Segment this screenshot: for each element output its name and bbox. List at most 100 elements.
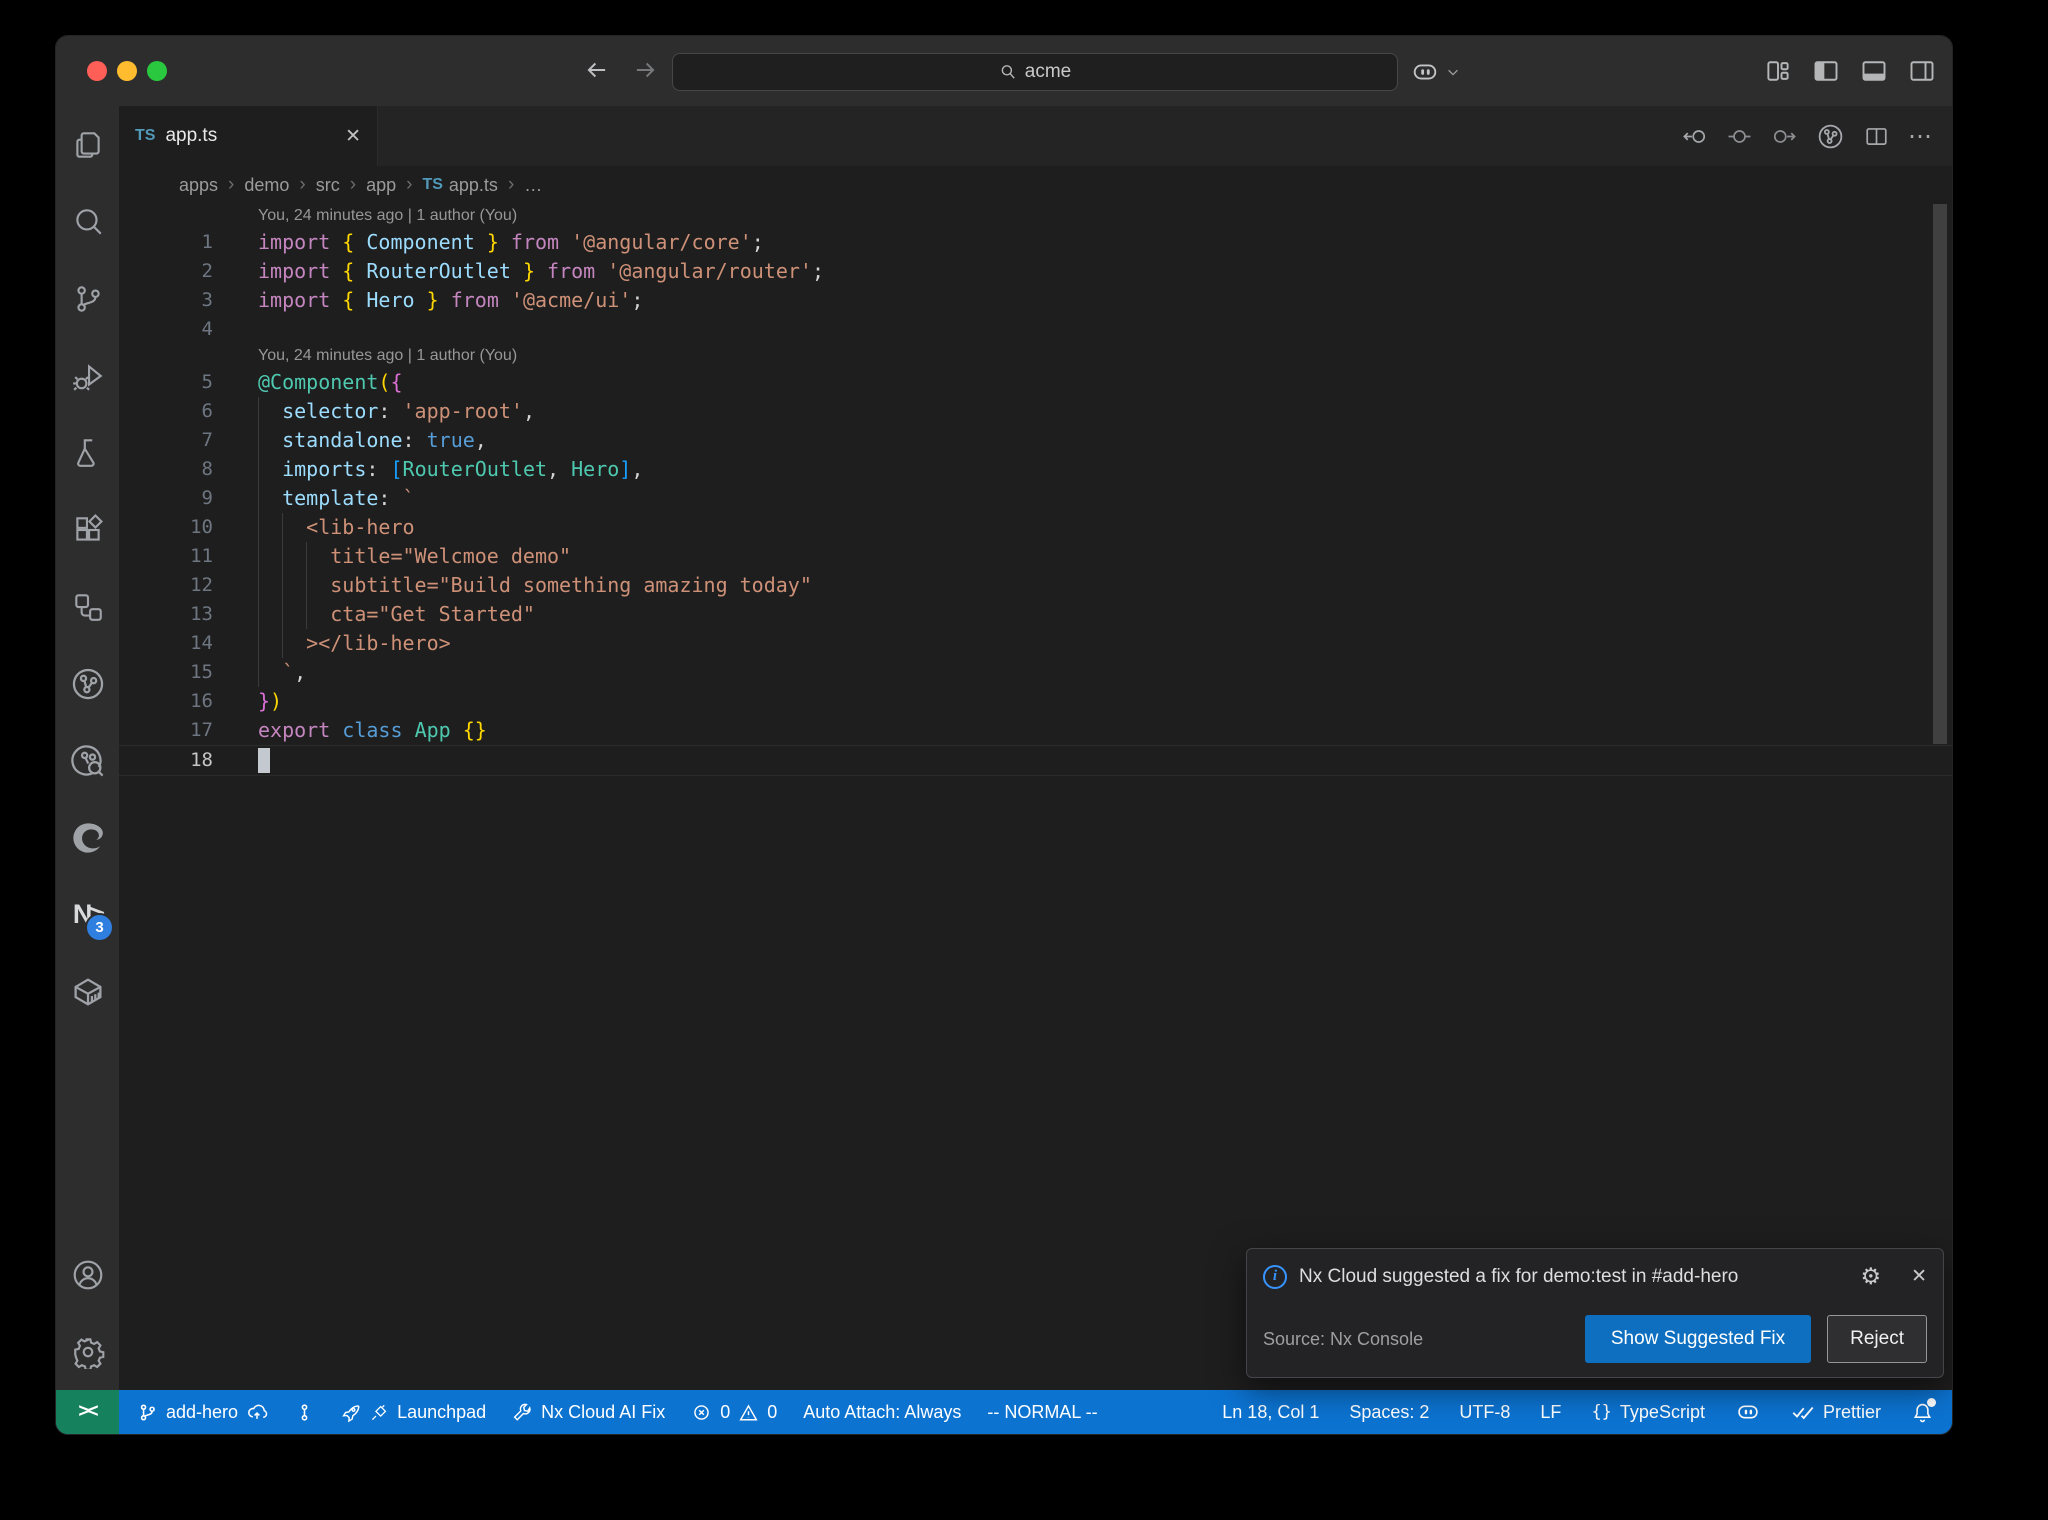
- language-mode-status[interactable]: {} TypeScript: [1591, 1402, 1705, 1423]
- testing-icon[interactable]: [56, 414, 119, 491]
- formatter-status[interactable]: Prettier: [1791, 1400, 1881, 1424]
- tab-close-icon[interactable]: ✕: [345, 125, 361, 148]
- code-line-3[interactable]: 3 import { Hero } from '@acme/ui';: [119, 286, 1952, 315]
- code-line-6[interactable]: 6 selector: 'app-root',: [119, 397, 1952, 426]
- vim-mode-status[interactable]: -- NORMAL --: [987, 1402, 1097, 1423]
- code-line-4[interactable]: 4: [119, 315, 1952, 344]
- notifications-bell-icon[interactable]: [1911, 1397, 1936, 1424]
- project-hierarchy-icon[interactable]: [56, 568, 119, 645]
- package-icon[interactable]: [56, 953, 119, 1030]
- code-line-9[interactable]: 9 template: `: [119, 484, 1952, 513]
- notification-message: Nx Cloud suggested a fix for demo:test i…: [1299, 1265, 1739, 1287]
- code-line-8[interactable]: 8 imports: [RouterOutlet, Hero],: [119, 455, 1952, 484]
- command-center-search[interactable]: acme: [672, 53, 1398, 91]
- forward-icon[interactable]: [632, 57, 658, 83]
- open-commit-graph-icon[interactable]: [1816, 122, 1845, 151]
- problems-status[interactable]: 0 0: [691, 1402, 777, 1423]
- minimize-window-button[interactable]: [117, 61, 137, 81]
- editor-scrollbar[interactable]: [1933, 204, 1947, 744]
- line-number: 13: [190, 603, 213, 625]
- code-line-17[interactable]: 17 export class App {}: [119, 716, 1952, 745]
- reject-button[interactable]: Reject: [1827, 1315, 1927, 1363]
- open-next-change-icon[interactable]: [1771, 123, 1798, 150]
- code-line-16[interactable]: 16}): [119, 687, 1952, 716]
- gitlens-inspect-icon[interactable]: [56, 722, 119, 799]
- toggle-primary-sidebar-icon[interactable]: [1812, 57, 1840, 85]
- code-line-11[interactable]: 11 title="Welcmoe demo": [119, 542, 1952, 571]
- tab-app-ts[interactable]: TS app.ts ✕: [119, 106, 378, 166]
- launchpad-label: Launchpad: [397, 1401, 487, 1422]
- settings-gear-icon[interactable]: [56, 1313, 119, 1390]
- remote-indicator[interactable]: ><: [56, 1390, 119, 1434]
- launchpad-status[interactable]: Launchpad: [341, 1402, 486, 1423]
- notification-toast: i Nx Cloud suggested a fix for demo:test…: [1246, 1248, 1944, 1378]
- notification-close-icon[interactable]: ✕: [1911, 1265, 1927, 1288]
- copilot-menu[interactable]: [1410, 57, 1460, 87]
- breadcrumb-item-demo[interactable]: demo: [244, 175, 289, 196]
- breadcrumb-item-app[interactable]: app: [366, 175, 396, 196]
- code-line-12[interactable]: 12 subtitle="Build something amazing tod…: [119, 571, 1952, 600]
- code-line-18[interactable]: 18: [119, 745, 1952, 776]
- more-actions-icon[interactable]: ⋯: [1908, 122, 1934, 151]
- edge-tools-icon[interactable]: [56, 799, 119, 876]
- line-number: 1: [201, 231, 213, 253]
- code-line-15[interactable]: 15 `,: [119, 658, 1952, 687]
- run-debug-icon[interactable]: [56, 337, 119, 414]
- breadcrumb-item-[interactable]: …: [524, 175, 542, 196]
- breadcrumb-item-src[interactable]: src: [316, 175, 340, 196]
- show-suggested-fix-button[interactable]: Show Suggested Fix: [1584, 1315, 1812, 1363]
- source-control-icon[interactable]: [56, 260, 119, 337]
- auto-attach-status[interactable]: Auto Attach: Always: [803, 1402, 961, 1423]
- copilot-status-icon[interactable]: [1735, 1399, 1761, 1425]
- breadcrumb-separator: ›: [406, 174, 413, 195]
- split-editor-icon[interactable]: [1863, 123, 1890, 150]
- back-icon[interactable]: [584, 57, 610, 83]
- notification-dot: [1927, 1397, 1936, 1407]
- encoding-status[interactable]: UTF-8: [1459, 1402, 1510, 1423]
- code-line-10[interactable]: 10 <lib-hero: [119, 513, 1952, 542]
- code-line-7[interactable]: 7 standalone: true,: [119, 426, 1952, 455]
- code-line-2[interactable]: 2 import { RouterOutlet } from '@angular/…: [119, 257, 1952, 286]
- line-number: 7: [201, 429, 213, 451]
- commit-graph-view-icon[interactable]: [56, 645, 119, 722]
- close-window-button[interactable]: [87, 61, 107, 81]
- breadcrumb-separator: ›: [299, 174, 306, 195]
- compare-changes-icon[interactable]: [1726, 123, 1753, 150]
- toggle-secondary-sidebar-icon[interactable]: [1908, 57, 1936, 85]
- vscode-window: acme N> 3 TS app.ts ✕ ⋯ apps › demo › sr…: [55, 35, 1953, 1435]
- indentation-status[interactable]: Spaces: 2: [1349, 1402, 1429, 1423]
- nx-cloud-ai-fix-status[interactable]: Nx Cloud AI Fix: [512, 1402, 665, 1423]
- code-line-5[interactable]: 5 @Component({: [119, 368, 1952, 397]
- code-line-14[interactable]: 14 ></lib-hero>: [119, 629, 1952, 658]
- line-number: 5: [201, 371, 213, 393]
- code-line-1[interactable]: 1 import { Component } from '@angular/cor…: [119, 228, 1952, 257]
- line-number: 4: [201, 318, 213, 340]
- codelens-blame[interactable]: You, 24 minutes ago | 1 author (You): [119, 204, 1952, 228]
- commits-status-icon[interactable]: [294, 1402, 315, 1423]
- cursor-position-status[interactable]: Ln 18, Col 1: [1222, 1402, 1319, 1423]
- errors-count: 0: [720, 1401, 731, 1422]
- zoom-window-button[interactable]: [147, 61, 167, 81]
- breadcrumb-separator: ›: [507, 174, 515, 195]
- toggle-panel-icon[interactable]: [1860, 57, 1888, 85]
- eol-status[interactable]: LF: [1540, 1402, 1561, 1423]
- code-line-13[interactable]: 13 cta="Get Started": [119, 600, 1952, 629]
- line-number: 10: [190, 516, 213, 538]
- accounts-icon[interactable]: [56, 1236, 119, 1313]
- notification-settings-gear-icon[interactable]: ⚙: [1860, 1263, 1881, 1290]
- nx-fix-label: Nx Cloud AI Fix: [541, 1401, 666, 1422]
- breadcrumb-item-apps[interactable]: apps: [179, 175, 218, 196]
- extensions-icon[interactable]: [56, 491, 119, 568]
- explorer-icon[interactable]: [56, 106, 119, 183]
- search-icon: [999, 63, 1017, 81]
- open-previous-change-icon[interactable]: [1681, 123, 1708, 150]
- line-number: 8: [201, 458, 213, 480]
- breadcrumb-item-appts[interactable]: TS app.ts: [422, 175, 498, 196]
- search-view-icon[interactable]: [56, 183, 119, 260]
- git-branch-status[interactable]: add-hero: [137, 1401, 268, 1423]
- status-bar: >< add-hero Launchpad Nx Cloud AI Fix 0 …: [56, 1390, 1952, 1434]
- codelens-blame[interactable]: You, 24 minutes ago | 1 author (You): [119, 344, 1952, 368]
- code-editor[interactable]: You, 24 minutes ago | 1 author (You) 1 imp…: [119, 204, 1952, 1390]
- nx-console-icon[interactable]: N> 3: [56, 876, 119, 953]
- customize-layout-icon[interactable]: [1764, 57, 1792, 85]
